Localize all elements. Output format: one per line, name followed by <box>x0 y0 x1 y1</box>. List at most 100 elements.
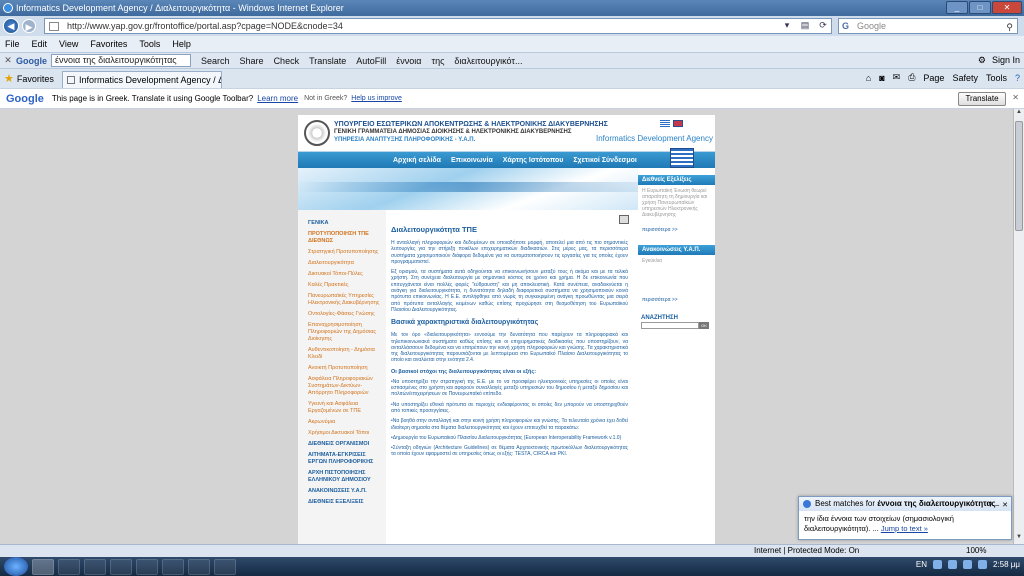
nav-links[interactable]: Σχετικοί Σύνδεσμοι <box>573 157 637 164</box>
menu-help[interactable]: Help <box>172 39 191 49</box>
toolbar-autofill-button[interactable]: AutoFill <box>356 56 386 66</box>
toolbar-share-button[interactable]: Share <box>240 56 264 66</box>
greek-flag-icon[interactable] <box>660 120 670 127</box>
taskbar-app-3[interactable] <box>84 558 106 575</box>
address-bar[interactable]: http://www.yap.gov.gr/frontoffice/portal… <box>44 18 832 34</box>
nav-contact[interactable]: Επικοινωνία <box>451 157 493 164</box>
service-name: ΥΠΗΡΕΣΙΑ ΑΝΑΠΤΥΞΗΣ ΠΛΗΡΟΦΟΡΙΚΗΣ - Υ.Α.Π. <box>334 137 476 143</box>
leftnav-item[interactable]: Οντολογίες-Φάσεις Γνώσης <box>298 309 386 320</box>
toolbar-wrench-icon[interactable]: ⚙ <box>978 55 986 66</box>
taskbar-app-7[interactable] <box>188 558 210 575</box>
mail-icon[interactable]: ✉ <box>893 72 901 83</box>
leftnav-item[interactable]: Αυθεντικοποίηση - Δημόσια Κλειδί <box>298 345 386 363</box>
toolbar-check-button[interactable]: Check <box>274 56 300 66</box>
leftnav-item[interactable]: Ανοικτή Προτυποποίηση <box>298 363 386 374</box>
site-search-input[interactable] <box>641 322 699 329</box>
search-icon[interactable]: ⚲ <box>1006 20 1013 34</box>
taskbar-skype[interactable] <box>162 558 184 575</box>
tray-icon[interactable] <box>947 560 957 569</box>
clock[interactable]: 2:58 μμ <box>993 560 1020 569</box>
toolbar-term-1[interactable]: έννοια <box>396 56 421 66</box>
menu-edit[interactable]: Edit <box>32 39 48 49</box>
tools-menu[interactable]: Tools <box>986 73 1007 83</box>
maximize-button[interactable]: □ <box>969 1 991 14</box>
scroll-up-icon[interactable]: ▲ <box>1014 109 1024 119</box>
toolbar-sign-in[interactable]: Sign In <box>992 55 1020 66</box>
minimize-button[interactable]: _ <box>946 1 968 14</box>
more-link-2[interactable]: περισσότερα >> <box>638 297 715 303</box>
popup-minimize-icon[interactable]: – <box>995 499 999 513</box>
leftnav-item[interactable]: Καλές Πρακτικές <box>298 280 386 291</box>
tray-icon[interactable] <box>932 560 942 569</box>
favorites-button[interactable]: ★ Favorites <box>4 72 54 85</box>
safety-menu[interactable]: Safety <box>952 73 978 83</box>
close-window-button[interactable]: ✕ <box>992 1 1022 14</box>
toolbar-close-icon[interactable]: ✕ <box>3 55 13 66</box>
menu-file[interactable]: File <box>5 39 20 49</box>
more-link-1[interactable]: περισσότερα >> <box>638 227 715 233</box>
start-button[interactable] <box>4 557 28 576</box>
feeds-icon[interactable]: ◙ <box>879 73 884 83</box>
toolbar-term-2[interactable]: της <box>432 56 445 66</box>
page-menu[interactable]: Page <box>923 73 944 83</box>
leftnav-item[interactable]: Πανευρωπαϊκές Υπηρεσίες Ηλεκτρονικής Δια… <box>298 291 386 309</box>
popup-help-icon[interactable]: ? <box>988 499 992 513</box>
leftnav-item[interactable]: ΑΝΑΚΟΙΝΩΣΕΙΣ Υ.Α.Π. <box>298 486 386 497</box>
nav-home[interactable]: Αρχική σελίδα <box>393 157 441 164</box>
menu-view[interactable]: View <box>59 39 78 49</box>
leftnav-item[interactable]: Υγιεινή και Ασφάλεια Εργαζομένων σε ΤΠΕ <box>298 399 386 417</box>
home-icon[interactable]: ⌂ <box>866 73 871 83</box>
taskbar-explorer[interactable] <box>58 558 80 575</box>
back-button[interactable]: ◀ <box>3 18 19 34</box>
leftnav-item[interactable]: Ακρωνύμια <box>298 417 386 428</box>
address-dropdown-icon[interactable]: ▾ <box>780 19 794 32</box>
menu-favorites[interactable]: Favorites <box>90 39 127 49</box>
toolbar-translate-button[interactable]: Translate <box>309 56 346 66</box>
learn-more-link[interactable]: Learn more <box>257 94 298 103</box>
taskbar-app-8[interactable] <box>214 558 236 575</box>
toolbar-search-button[interactable]: Search <box>201 56 230 66</box>
jump-to-text-link[interactable]: Jump to text » <box>881 524 928 533</box>
leftnav-item[interactable]: Δικτυακοί Τόποι-Πύλες <box>298 269 386 280</box>
toolbar-term-3[interactable]: διαλειτουργικότ... <box>454 56 522 66</box>
nav-sitemap[interactable]: Χάρτης Ιστότοπου <box>503 157 564 164</box>
translate-button[interactable]: Translate <box>958 92 1006 106</box>
search-input[interactable]: G Google ⚲ <box>838 18 1018 34</box>
menu-tools[interactable]: Tools <box>139 39 160 49</box>
help-icon[interactable]: ? <box>1015 73 1020 83</box>
popup-close-icon[interactable]: ✕ <box>1002 499 1008 513</box>
compatibility-icon[interactable]: ▤ <box>798 19 812 32</box>
leftnav-item[interactable]: Διαλειτουργικότητα <box>298 258 386 269</box>
zoom-level[interactable]: 100% <box>966 546 986 555</box>
english-flag-icon[interactable] <box>673 120 683 127</box>
leftnav-item[interactable]: ΔΙΕΘΝΕΙΣ ΟΡΓΑΝΙΣΜΟΙ <box>298 439 386 450</box>
tab-active[interactable]: Informatics Development Agency / Δ... <box>62 71 222 88</box>
vertical-scrollbar[interactable]: ▲ ▼ <box>1013 109 1024 544</box>
scroll-down-icon[interactable]: ▼ <box>1014 534 1024 544</box>
site-search-ok-button[interactable]: OK <box>699 322 709 329</box>
leftnav-item[interactable]: ΓΕΝΙΚΑ <box>298 210 386 229</box>
tray-icon[interactable] <box>962 560 972 569</box>
google-toolbar-search-input[interactable]: έννοια της διαλειτουργικότητας <box>51 54 191 67</box>
volume-icon[interactable] <box>977 560 987 569</box>
leftnav-item[interactable]: Επαναχρησιμοποίηση Πληροφοριών της Δημόσ… <box>298 320 386 345</box>
leftnav-item[interactable]: ΠΡΟΤΥΠΟΠΟΙΗΣΗ ΤΠΕ ΔΙΕΘΝΩΣ <box>298 229 386 247</box>
taskbar-app-5[interactable] <box>136 558 158 575</box>
leftnav-item[interactable]: Στρατηγική Προτυποποίησης <box>298 247 386 258</box>
translate-bar-close-icon[interactable]: ✕ <box>1012 93 1019 102</box>
taskbar-ie[interactable] <box>32 558 54 575</box>
leftnav-item[interactable]: Χρήσιμοι Δικτυακοί Τόποι <box>298 428 386 439</box>
scroll-thumb[interactable] <box>1015 121 1023 231</box>
print-page-icon[interactable] <box>619 215 629 224</box>
help-improve-link[interactable]: Help us improve <box>351 95 402 102</box>
print-icon[interactable]: ⎙ <box>908 72 915 83</box>
leftnav-item[interactable]: ΔΙΕΘΝΕΙΣ ΕΞΕΛΙΞΕΙΣ <box>298 497 386 508</box>
security-zone[interactable]: Internet | Protected Mode: On <box>754 546 859 555</box>
language-indicator[interactable]: EN <box>916 560 927 569</box>
leftnav-item[interactable]: Ασφάλεια Πληροφοριακών Συστημάτων-Δικτύω… <box>298 374 386 399</box>
leftnav-item[interactable]: ΑΙΤΗΜΑΤΑ-ΕΓΚΡΙΣΕΙΣ ΕΡΓΩΝ ΠΛΗΡΟΦΟΡΙΚΗΣ <box>298 450 386 468</box>
forward-button[interactable]: ▶ <box>22 19 36 33</box>
refresh-icon[interactable]: ⟳ <box>816 19 830 32</box>
taskbar-app-4[interactable] <box>110 558 132 575</box>
leftnav-item[interactable]: ΑΡΧΗ ΠΙΣΤΟΠΟΙΗΣΗΣ ΕΛΛΗΝΙΚΟΥ ΔΗΜΟΣΙΟΥ <box>298 468 386 486</box>
